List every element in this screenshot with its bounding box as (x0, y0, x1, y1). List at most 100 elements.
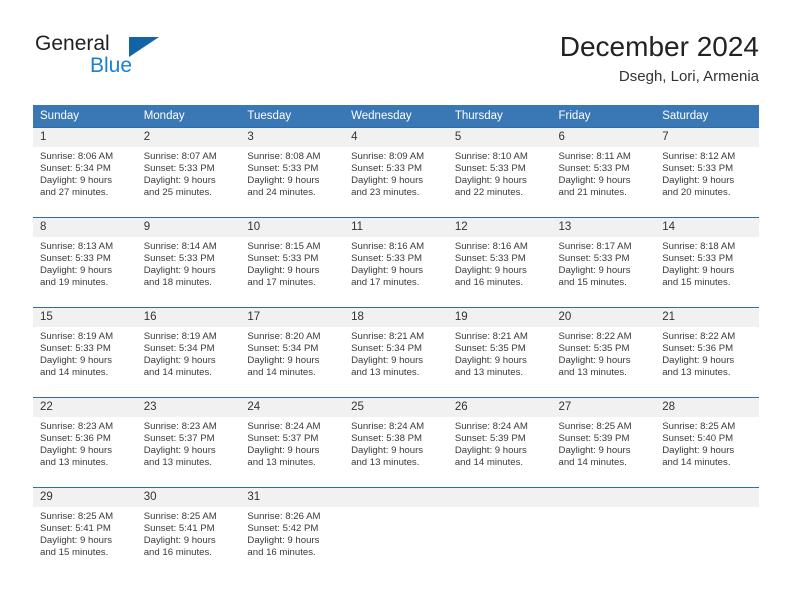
day-sunset-text: Sunset: 5:33 PM (558, 163, 630, 175)
day-sunrise-text: Sunrise: 8:17 AM (558, 241, 632, 252)
calendar-day-cell[interactable]: 3 Sunrise: 8:08 AM Sunset: 5:33 PM Daylight… (240, 127, 345, 218)
day-sunrise-text: Sunrise: 8:21 AM (351, 331, 425, 342)
day-sun-info: Sunrise: 8:25 AM Sunset: 5:41 PM Daylight:… (33, 507, 137, 559)
weekday-header-wednesday: Wednesday (344, 105, 448, 128)
calendar-day-cell[interactable]: 30 Sunrise: 8:25 AM Sunset: 5:41 PM Dayligh… (136, 487, 241, 577)
day-sunset-text: Sunset: 5:37 PM (143, 433, 215, 445)
day-sun-info: Sunrise: 8:23 AM Sunset: 5:36 PM Daylight:… (33, 417, 137, 469)
day-daylight-line1-text: Daylight: 9 hours (40, 355, 112, 367)
day-cell-inner: 4 Sunrise: 8:09 AM Sunset: 5:33 PM Daylight… (344, 128, 448, 217)
day-number: 30 (136, 488, 241, 507)
calendar-day-cell[interactable]: 14 Sunrise: 8:18 AM Sunset: 5:33 PM Dayligh… (655, 217, 759, 308)
day-daylight-line1-text: Daylight: 9 hours (40, 535, 112, 547)
day-daylight-line2-text: and 16 minutes. (143, 547, 212, 559)
calendar-day-cell[interactable]: 27 Sunrise: 8:25 AM Sunset: 5:39 PM Dayligh… (551, 397, 656, 488)
day-cell-inner (344, 488, 448, 577)
calendar-day-cell[interactable]: 6 Sunrise: 8:11 AM Sunset: 5:33 PM Daylight… (551, 127, 656, 218)
day-cell-inner: 11 Sunrise: 8:16 AM Sunset: 5:33 PM Dayligh… (344, 218, 448, 307)
calendar-day-cell[interactable]: 11 Sunrise: 8:16 AM Sunset: 5:33 PM Dayligh… (344, 217, 448, 308)
calendar-day-cell[interactable]: 17 Sunrise: 8:20 AM Sunset: 5:34 PM Dayligh… (240, 307, 345, 398)
calendar-day-cell[interactable]: 12 Sunrise: 8:16 AM Sunset: 5:33 PM Dayligh… (447, 217, 552, 308)
day-sun-info (655, 507, 759, 511)
day-sunrise-text: Sunrise: 8:24 AM (351, 421, 425, 432)
calendar-day-cell[interactable] (551, 487, 656, 577)
brand-logo[interactable]: General Blue (33, 30, 233, 90)
day-cell-inner: 21 Sunrise: 8:22 AM Sunset: 5:36 PM Dayligh… (655, 308, 759, 397)
calendar-day-cell[interactable]: 8 Sunrise: 8:13 AM Sunset: 5:33 PM Daylight… (33, 217, 137, 308)
calendar-week-row: 15 Sunrise: 8:19 AM Sunset: 5:33 PM Dayligh… (33, 307, 759, 398)
day-sun-info: Sunrise: 8:22 AM Sunset: 5:35 PM Daylight:… (552, 327, 656, 379)
calendar-day-cell[interactable] (447, 487, 552, 577)
calendar-day-cell[interactable]: 2 Sunrise: 8:07 AM Sunset: 5:33 PM Daylight… (136, 127, 241, 218)
day-daylight-line1-text: Daylight: 9 hours (143, 535, 216, 547)
day-cell-inner: 30 Sunrise: 8:25 AM Sunset: 5:41 PM Dayligh… (136, 488, 241, 577)
calendar-day-cell[interactable]: 15 Sunrise: 8:19 AM Sunset: 5:33 PM Dayligh… (33, 307, 137, 398)
calendar-day-cell[interactable]: 5 Sunrise: 8:10 AM Sunset: 5:33 PM Daylight… (447, 127, 552, 218)
calendar-day-cell[interactable]: 16 Sunrise: 8:19 AM Sunset: 5:34 PM Dayligh… (136, 307, 241, 398)
day-daylight-line1-text: Daylight: 9 hours (247, 535, 320, 547)
day-number: 11 (344, 218, 448, 237)
day-sunset-text: Sunset: 5:33 PM (454, 253, 526, 265)
calendar-day-cell[interactable]: 25 Sunrise: 8:24 AM Sunset: 5:38 PM Dayligh… (344, 397, 448, 488)
day-sunrise-text: Sunrise: 8:09 AM (351, 151, 425, 162)
day-sunrise-text: Sunrise: 8:23 AM (143, 421, 217, 432)
day-cell-inner: 29 Sunrise: 8:25 AM Sunset: 5:41 PM Dayligh… (33, 488, 137, 577)
calendar-day-cell[interactable]: 28 Sunrise: 8:25 AM Sunset: 5:40 PM Dayligh… (655, 397, 759, 488)
day-daylight-line1-text: Daylight: 9 hours (662, 265, 735, 277)
day-sunrise-text: Sunrise: 8:25 AM (40, 511, 114, 522)
calendar-day-cell[interactable]: 19 Sunrise: 8:21 AM Sunset: 5:35 PM Dayligh… (447, 307, 552, 398)
calendar-day-cell[interactable]: 24 Sunrise: 8:24 AM Sunset: 5:37 PM Dayligh… (240, 397, 345, 488)
day-number: 2 (136, 128, 241, 147)
calendar-day-cell[interactable]: 31 Sunrise: 8:26 AM Sunset: 5:42 PM Dayligh… (240, 487, 345, 577)
calendar-day-cell[interactable]: 13 Sunrise: 8:17 AM Sunset: 5:33 PM Dayligh… (551, 217, 656, 308)
day-sun-info: Sunrise: 8:15 AM Sunset: 5:33 PM Daylight:… (240, 237, 344, 289)
day-daylight-line1-text: Daylight: 9 hours (454, 445, 527, 457)
day-sun-info: Sunrise: 8:16 AM Sunset: 5:33 PM Daylight:… (448, 237, 552, 289)
day-number: 31 (240, 488, 345, 507)
day-sunset-text: Sunset: 5:34 PM (247, 343, 319, 355)
calendar-day-cell[interactable] (344, 487, 448, 577)
day-daylight-line1-text: Daylight: 9 hours (143, 355, 216, 367)
day-number: 3 (240, 128, 345, 147)
weekday-header-saturday: Saturday (655, 105, 759, 128)
calendar-day-cell[interactable]: 22 Sunrise: 8:23 AM Sunset: 5:36 PM Dayligh… (33, 397, 137, 488)
day-daylight-line2-text: and 14 minutes. (143, 367, 212, 379)
day-cell-inner: 6 Sunrise: 8:11 AM Sunset: 5:33 PM Daylight… (551, 128, 656, 217)
day-sunrise-text: Sunrise: 8:23 AM (40, 421, 114, 432)
calendar-day-cell[interactable] (655, 487, 759, 577)
day-daylight-line2-text: and 13 minutes. (351, 367, 420, 379)
weekday-header-friday: Friday (551, 105, 656, 128)
day-number: 28 (655, 398, 759, 417)
calendar-day-cell[interactable]: 21 Sunrise: 8:22 AM Sunset: 5:36 PM Dayligh… (655, 307, 759, 398)
calendar-day-cell[interactable]: 4 Sunrise: 8:09 AM Sunset: 5:33 PM Daylight… (344, 127, 448, 218)
calendar-day-cell[interactable]: 29 Sunrise: 8:25 AM Sunset: 5:41 PM Dayligh… (33, 487, 137, 577)
day-sunset-text: Sunset: 5:39 PM (454, 433, 526, 445)
day-daylight-line1-text: Daylight: 9 hours (247, 445, 320, 457)
day-sunset-text: Sunset: 5:37 PM (247, 433, 319, 445)
day-daylight-line2-text: and 19 minutes. (40, 277, 109, 289)
day-daylight-line2-text: and 13 minutes. (40, 457, 109, 469)
day-daylight-line1-text: Daylight: 9 hours (351, 355, 424, 367)
day-cell-inner: 26 Sunrise: 8:24 AM Sunset: 5:39 PM Dayligh… (447, 398, 552, 487)
day-sun-info: Sunrise: 8:09 AM Sunset: 5:33 PM Daylight:… (344, 147, 448, 199)
calendar-day-cell[interactable]: 26 Sunrise: 8:24 AM Sunset: 5:39 PM Dayligh… (447, 397, 552, 488)
calendar-week-row: 29 Sunrise: 8:25 AM Sunset: 5:41 PM Dayligh… (33, 487, 759, 577)
day-sunset-text: Sunset: 5:39 PM (558, 433, 630, 445)
calendar-day-cell[interactable]: 18 Sunrise: 8:21 AM Sunset: 5:34 PM Dayligh… (344, 307, 448, 398)
calendar-day-cell[interactable]: 9 Sunrise: 8:14 AM Sunset: 5:33 PM Daylight… (136, 217, 241, 308)
page-header: General Blue December 2024 Dsegh, Lori, … (33, 30, 759, 98)
calendar-day-cell[interactable]: 1 Sunrise: 8:06 AM Sunset: 5:34 PM Daylight… (33, 127, 137, 218)
day-sunset-text: Sunset: 5:36 PM (662, 343, 734, 355)
calendar-day-cell[interactable]: 7 Sunrise: 8:12 AM Sunset: 5:33 PM Daylight… (655, 127, 759, 218)
day-sun-info: Sunrise: 8:13 AM Sunset: 5:33 PM Daylight:… (33, 237, 137, 289)
calendar-day-cell[interactable]: 23 Sunrise: 8:23 AM Sunset: 5:37 PM Dayligh… (136, 397, 241, 488)
day-number: 20 (551, 308, 656, 327)
day-cell-inner (447, 488, 552, 577)
calendar-day-cell[interactable]: 10 Sunrise: 8:15 AM Sunset: 5:33 PM Dayligh… (240, 217, 345, 308)
day-cell-inner: 13 Sunrise: 8:17 AM Sunset: 5:33 PM Dayligh… (551, 218, 656, 307)
day-daylight-line2-text: and 25 minutes. (143, 187, 212, 199)
day-number (551, 488, 656, 507)
day-daylight-line2-text: and 18 minutes. (143, 277, 212, 289)
day-sunrise-text: Sunrise: 8:13 AM (40, 241, 114, 252)
calendar-day-cell[interactable]: 20 Sunrise: 8:22 AM Sunset: 5:35 PM Dayligh… (551, 307, 656, 398)
